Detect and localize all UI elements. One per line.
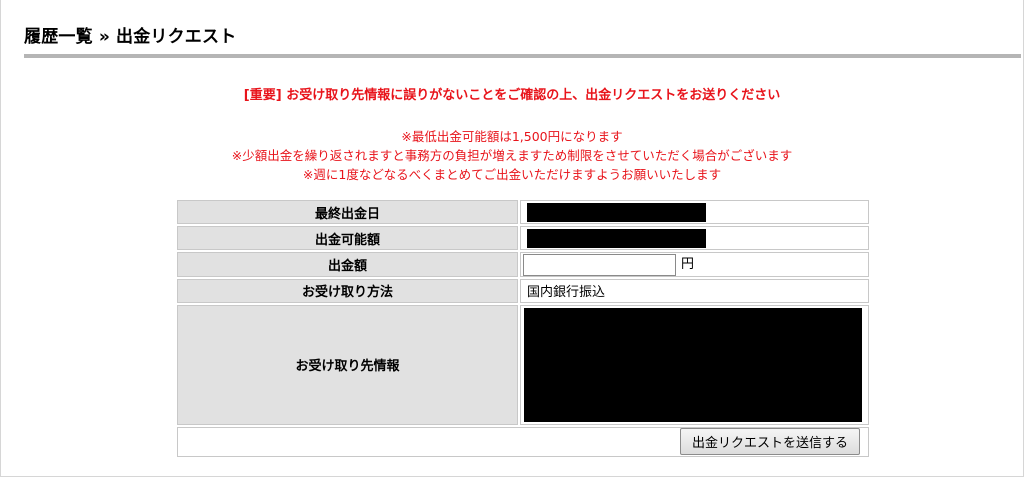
breadcrumb-parent[interactable]: 履歴一覧 (24, 27, 93, 47)
row-available-amount: 出金可能額 (177, 226, 869, 250)
amount-cell: 円 (520, 252, 869, 277)
row-method: お受け取り方法 国内銀行振込 (177, 278, 869, 303)
header-divider (24, 54, 1021, 58)
available-amount-label: 出金可能額 (177, 226, 518, 250)
redacted-block (527, 228, 706, 248)
last-withdrawal-value (520, 200, 869, 224)
row-recipient: お受け取り先情報 (177, 304, 869, 425)
last-withdrawal-label: 最終出金日 (177, 200, 518, 224)
amount-label: 出金額 (177, 252, 518, 277)
notice-small-withdrawal: ※少額出金を繰り返されますと事務方の負担が増えますため制限をさせていただく場合が… (231, 148, 793, 163)
breadcrumb: 履歴一覧» 出金リクエスト (24, 22, 236, 47)
notice-min-amount: ※最低出金可能額は1,500円になります (401, 129, 623, 144)
redacted-block (527, 202, 706, 222)
important-notice: [重要] お受け取り先情報に誤りがないことをご確認の上、出金リクエストをお送りく… (243, 88, 781, 103)
submit-cell: 出金リクエストを送信する (177, 426, 869, 457)
recipient-value (520, 304, 869, 425)
withdrawal-form-table: 最終出金日 出金可能額 出金額 円 お受け取り方法 国内銀行振込 お受け取り先情… (175, 198, 871, 459)
submit-withdrawal-button[interactable]: 出金リクエストを送信する (679, 428, 860, 455)
row-amount: 出金額 円 (177, 252, 869, 277)
row-submit: 出金リクエストを送信する (177, 426, 869, 457)
method-value: 国内銀行振込 (520, 278, 869, 303)
recipient-label: お受け取り先情報 (177, 304, 518, 425)
breadcrumb-current: 出金リクエスト (116, 27, 237, 47)
breadcrumb-separator: » (98, 27, 110, 47)
method-label: お受け取り方法 (177, 278, 518, 303)
amount-unit: 円 (681, 257, 695, 272)
available-amount-value (520, 226, 869, 250)
amount-input[interactable] (523, 253, 676, 276)
notice-weekly: ※週に1度などなるべくまとめてご出金いただけますようお願いいたします (302, 167, 722, 182)
row-last-withdrawal: 最終出金日 (177, 200, 869, 224)
redacted-block (524, 307, 862, 422)
